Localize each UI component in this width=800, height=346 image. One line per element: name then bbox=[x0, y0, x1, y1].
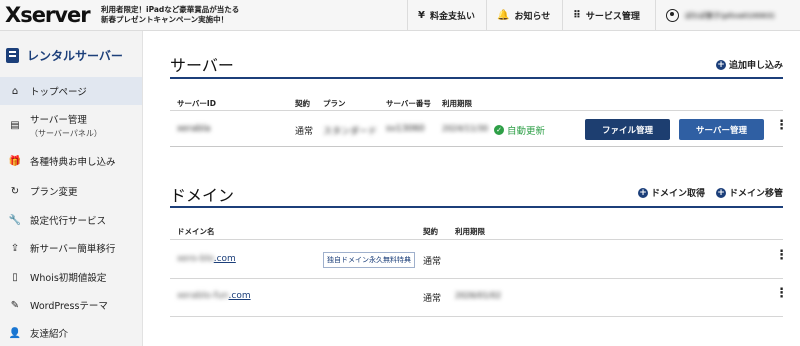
domain-tld: .com bbox=[228, 291, 251, 301]
domain-acquire-label: ドメイン取得 bbox=[651, 189, 706, 199]
user-avatar-icon bbox=[666, 9, 679, 22]
sidebar-item-label: プラン変更 bbox=[30, 187, 78, 198]
promo-line-2: 新春プレゼントキャンペーン実施中！ bbox=[101, 15, 229, 24]
th-plan: プラン bbox=[323, 99, 346, 108]
nav-service-label: サービス管理 bbox=[585, 12, 640, 22]
sidebar-item-benefits[interactable]: 🎁 各種特典お申し込み bbox=[0, 147, 142, 175]
server-expiry: 2024/11/30 bbox=[442, 124, 489, 133]
grid-icon: ⠿ bbox=[573, 10, 581, 21]
server-table-bottom-rule bbox=[170, 146, 783, 147]
free-domain-badge: 独自ドメイン永久無料特典 bbox=[323, 252, 415, 268]
server-rental-icon bbox=[6, 48, 19, 63]
sidebar-item-label: サーバー管理 bbox=[30, 114, 87, 126]
sidebar-item-referral[interactable]: 👤 友達紹介 bbox=[0, 320, 142, 346]
auto-renew-status: ✓ 自動更新 bbox=[494, 123, 545, 137]
server-management-button[interactable]: サーバー管理 bbox=[679, 119, 764, 140]
edit-icon: ✎ bbox=[10, 299, 20, 311]
domain-transfer-label: ドメイン移管 bbox=[729, 189, 784, 199]
domain-section-rule bbox=[170, 206, 783, 208]
domain-contract: 通常 bbox=[423, 294, 442, 304]
domain-name: xerablo-fun bbox=[177, 291, 229, 301]
th-domain-expiry: 利用期限 bbox=[455, 227, 485, 236]
server-section-title: サーバー bbox=[170, 56, 234, 75]
th-domain-name: ドメイン名 bbox=[177, 227, 215, 236]
server-more-options-icon[interactable]: ⋮ bbox=[775, 119, 788, 132]
plus-circle-icon: + bbox=[716, 59, 726, 70]
sidebar-item-label: 新サーバー簡単移行 bbox=[30, 244, 116, 255]
domain-table-divider bbox=[170, 239, 783, 240]
sidebar: レンタルサーバー ⌂ トップページ ▤ サーバー管理 （サーバーパネル） 🎁 各… bbox=[0, 31, 143, 346]
domain-link[interactable]: xerablo-fun.com bbox=[177, 291, 251, 301]
sidebar-item-sublabel: （サーバーパネル） bbox=[30, 128, 102, 138]
user-menu[interactable]: ぽわぽ寮子(pliva010063) bbox=[655, 0, 800, 31]
domain-expiry: 2026/01/02 bbox=[455, 291, 502, 300]
sidebar-item-whois[interactable]: ▯ Whois初期値設定 bbox=[0, 263, 142, 291]
sidebar-item-setup-service[interactable]: 🔧 設定代行サービス bbox=[0, 206, 142, 234]
nav-payment[interactable]: ¥ 料金支払い bbox=[407, 0, 486, 31]
upload-icon: ⇪ bbox=[10, 242, 20, 254]
domain-section-title: ドメイン bbox=[170, 186, 235, 205]
sidebar-item-label: 設定代行サービス bbox=[30, 216, 107, 227]
th-server-id: サーバーID bbox=[177, 99, 216, 108]
user-name: ぽわぽ寮子(pliva010063) bbox=[685, 11, 775, 20]
xserver-logo[interactable]: Xserver bbox=[5, 3, 91, 27]
yen-icon: ¥ bbox=[418, 10, 425, 21]
server-section-rule bbox=[170, 77, 783, 79]
sidebar-item-label: WordPressテーマ bbox=[30, 301, 108, 312]
sidebar-item-label: Whois初期値設定 bbox=[30, 273, 107, 284]
server-number: sv13060 bbox=[386, 124, 425, 134]
sidebar-item-top-page[interactable]: ⌂ トップページ bbox=[0, 77, 142, 105]
domain-acquire-link[interactable]: + ドメイン取得 bbox=[638, 186, 705, 199]
th-expiry: 利用期限 bbox=[442, 99, 472, 108]
bell-icon: 🔔 bbox=[497, 10, 510, 21]
check-circle-icon: ✓ bbox=[494, 125, 504, 135]
person-icon: 👤 bbox=[8, 327, 22, 339]
sidebar-item-wordpress-theme[interactable]: ✎ WordPressテーマ bbox=[0, 291, 142, 319]
server-plan: スタンダード bbox=[323, 127, 378, 137]
nav-payment-label: 料金支払い bbox=[429, 12, 475, 22]
server-icon: ▤ bbox=[10, 119, 20, 131]
domain-tld: .com bbox=[213, 254, 236, 264]
nav-service-management[interactable]: ⠿ サービス管理 bbox=[562, 0, 655, 31]
nav-news[interactable]: 🔔 お知らせ bbox=[486, 0, 562, 31]
domain-link[interactable]: xero-blo.com bbox=[177, 254, 236, 264]
domain-transfer-link[interactable]: + ドメイン移管 bbox=[716, 186, 783, 199]
server-contract: 通常 bbox=[295, 127, 314, 137]
sidebar-item-label: トップページ bbox=[30, 87, 87, 98]
domain-name: xero-blo bbox=[177, 254, 214, 264]
add-application-link[interactable]: + 追加申し込み bbox=[716, 58, 783, 71]
sidebar-item-label: 各種特典お申し込み bbox=[30, 157, 116, 168]
sidebar-title: レンタルサーバー bbox=[6, 47, 123, 64]
th-domain-contract: 契約 bbox=[423, 227, 438, 236]
file-management-button[interactable]: ファイル管理 bbox=[585, 119, 670, 140]
domain-row-divider bbox=[170, 278, 783, 279]
plus-circle-icon: + bbox=[638, 187, 648, 198]
domain-more-options-icon[interactable]: ⋮ bbox=[775, 249, 788, 262]
sidebar-item-label: 友達紹介 bbox=[30, 329, 69, 340]
promo-banner[interactable]: 利用者限定！iPadなど豪華賞品が当たる 新春プレゼントキャンペーン実施中！ bbox=[101, 5, 239, 25]
sidebar-item-server-management[interactable]: ▤ サーバー管理 （サーバーパネル） bbox=[0, 107, 142, 143]
sidebar-item-plan-change[interactable]: ↻ プラン変更 bbox=[0, 177, 142, 205]
promo-line-1: 利用者限定！iPadなど豪華賞品が当たる bbox=[101, 5, 240, 14]
refresh-icon: ↻ bbox=[10, 185, 20, 197]
auto-renew-label: 自動更新 bbox=[507, 126, 546, 137]
plus-circle-icon: + bbox=[716, 187, 726, 198]
nav-news-label: お知らせ bbox=[514, 12, 551, 22]
server-table-divider bbox=[170, 110, 783, 111]
sidebar-item-migration[interactable]: ⇪ 新サーバー簡単移行 bbox=[0, 234, 142, 262]
add-application-label: 追加申し込み bbox=[729, 61, 784, 71]
top-bar: Xserver 利用者限定！iPadなど豪華賞品が当たる 新春プレゼントキャンペ… bbox=[0, 0, 800, 31]
document-icon: ▯ bbox=[12, 271, 18, 283]
home-icon: ⌂ bbox=[11, 85, 19, 97]
gift-icon: 🎁 bbox=[8, 155, 22, 167]
th-contract: 契約 bbox=[295, 99, 310, 108]
server-id: xerabla bbox=[177, 124, 211, 134]
domain-table-bottom-rule bbox=[170, 316, 783, 317]
th-server-number: サーバー番号 bbox=[386, 99, 431, 108]
wrench-icon: 🔧 bbox=[8, 214, 22, 226]
domain-more-options-icon[interactable]: ⋮ bbox=[775, 287, 788, 300]
sidebar-title-label: レンタルサーバー bbox=[27, 49, 123, 63]
domain-contract: 通常 bbox=[423, 257, 442, 267]
